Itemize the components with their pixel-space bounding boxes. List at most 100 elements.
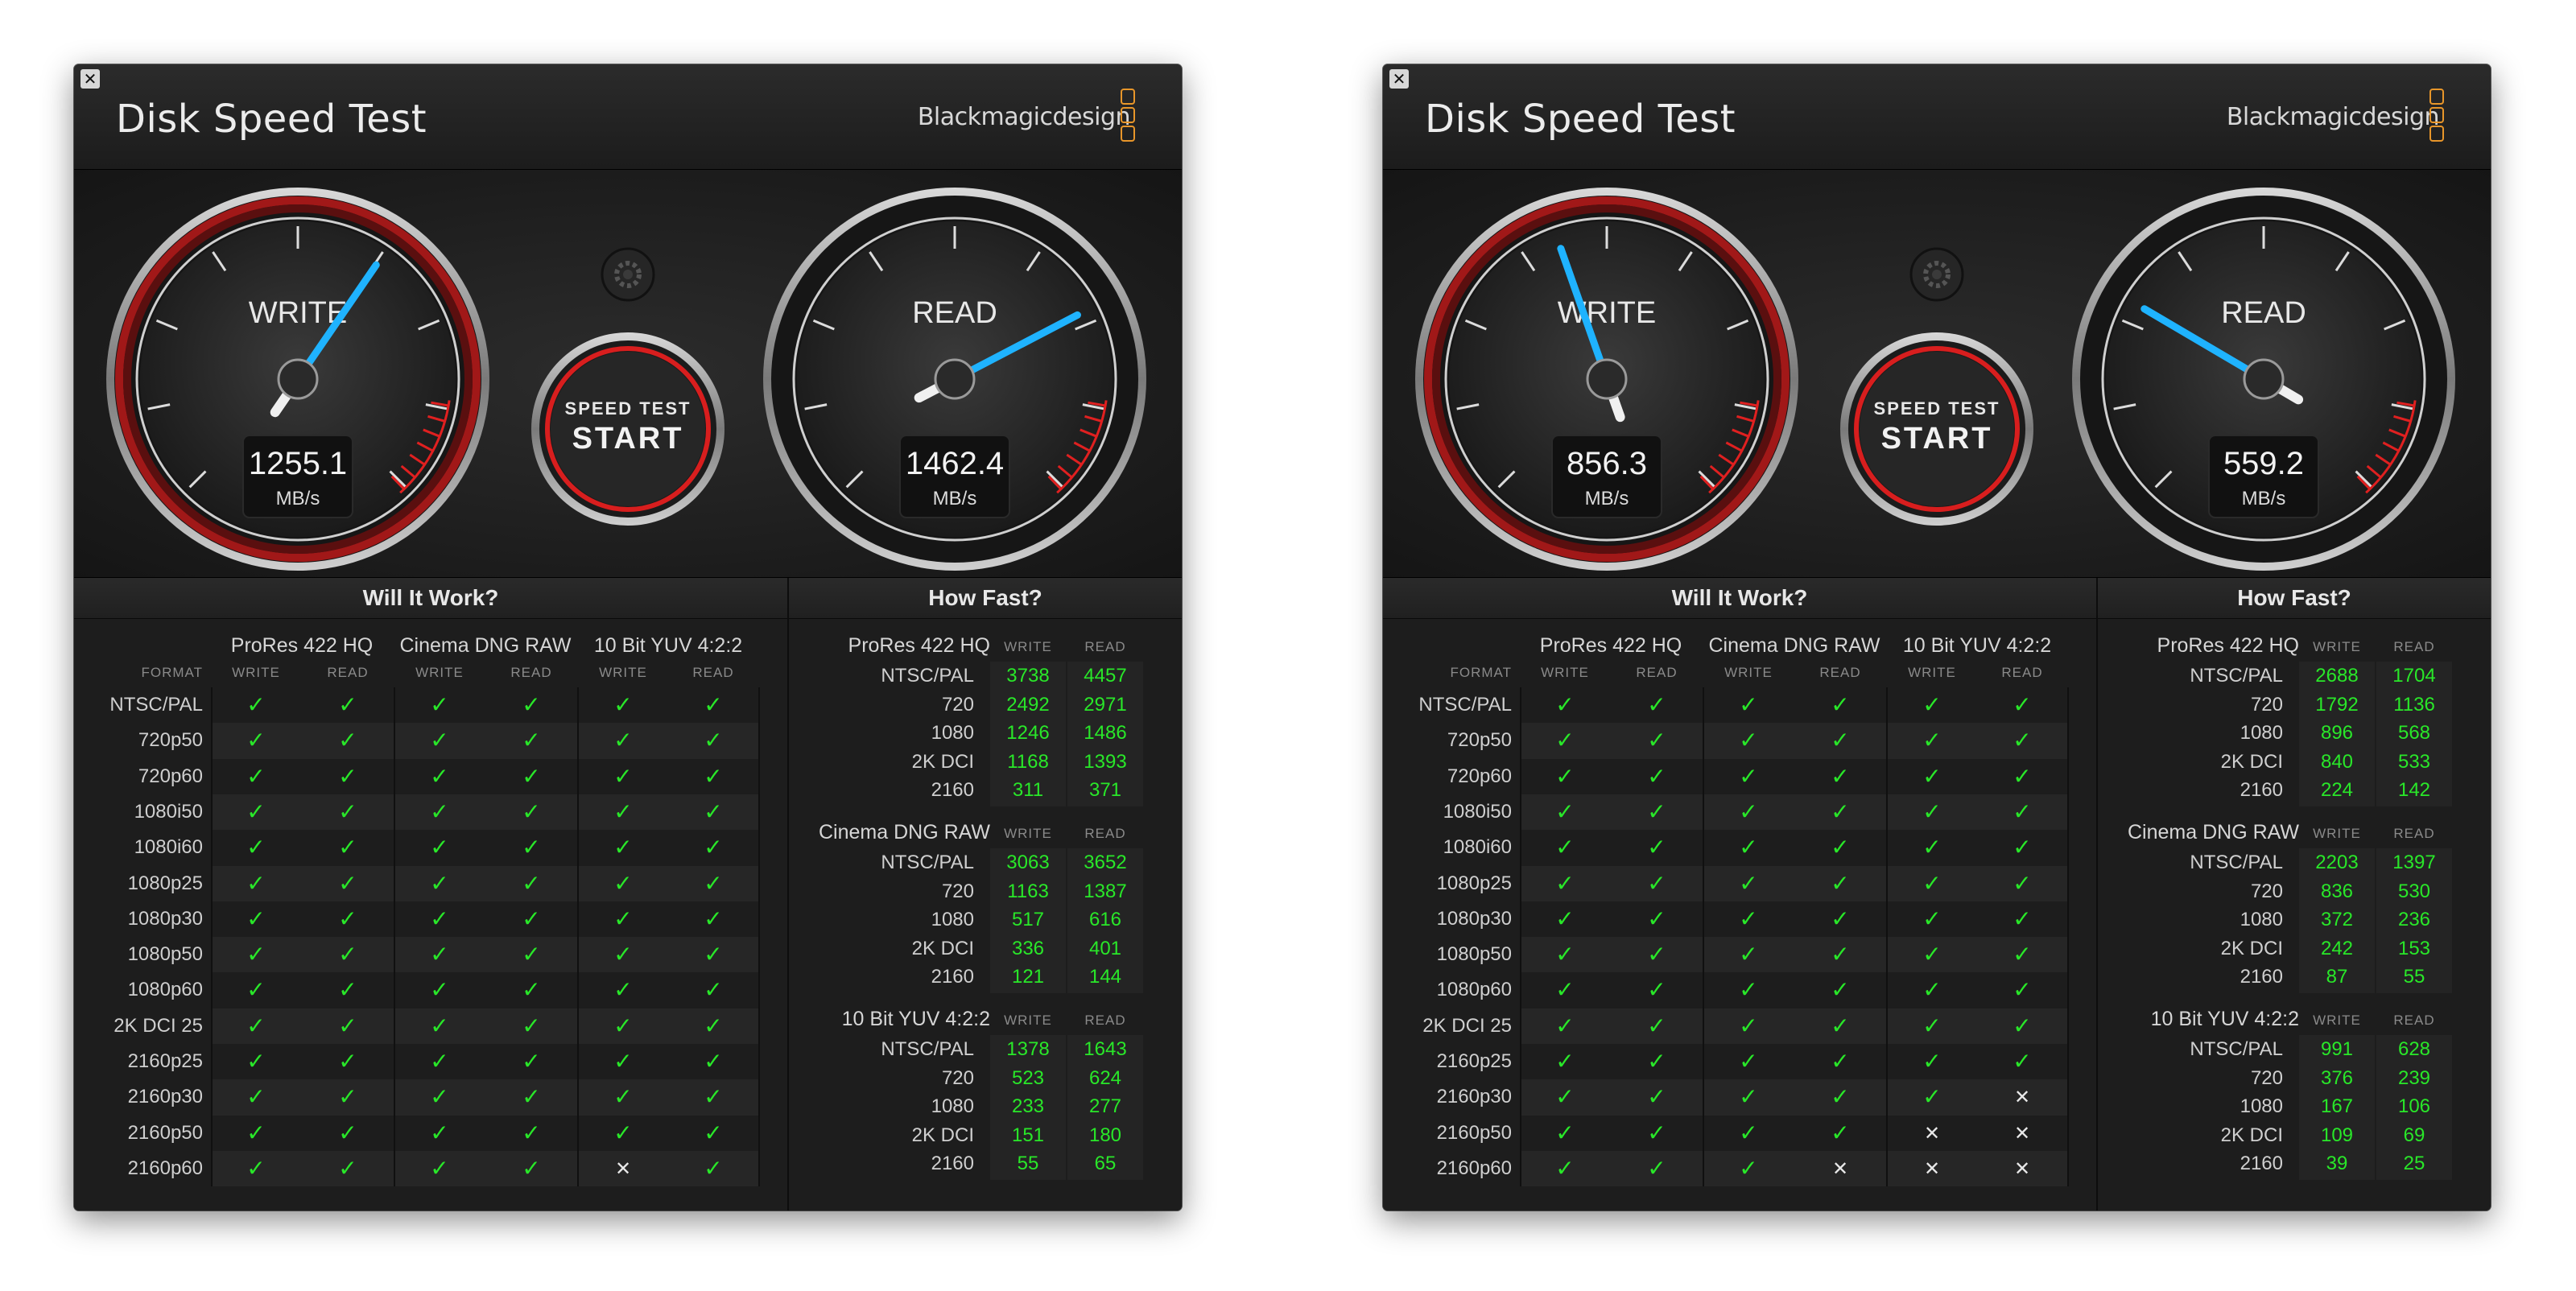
check-icon: ✓	[430, 976, 449, 1004]
read-fps-value: 153	[2397, 937, 2431, 959]
check-icon: ✓	[338, 691, 357, 718]
check-icon: ✓	[704, 762, 723, 790]
column-divider	[211, 687, 213, 1186]
format-header: FORMAT	[141, 665, 203, 680]
read-col-header: READ	[1819, 665, 1861, 680]
column-divider	[1886, 687, 1888, 1186]
codec-header: ProRes 422 HQ	[2157, 634, 2299, 657]
read-col-header: READ	[2393, 1013, 2435, 1028]
column-divider	[1703, 687, 1704, 1186]
check-icon: ✓	[246, 1154, 266, 1182]
write-col-header: WRITE	[2313, 639, 2361, 654]
cross-icon: ✕	[2013, 1121, 2031, 1145]
gauges-svg: WRITE 856.3 MB/s READ 559.2 MB/s SPEED TEST STA…	[1415, 188, 2455, 571]
read-col-header: READ	[2001, 665, 2043, 680]
check-icon: ✓	[1922, 905, 1942, 932]
write-fps-value: 372	[2320, 909, 2354, 930]
format-label: 2160p30	[127, 1086, 203, 1108]
read-fps-value: 180	[1088, 1124, 1122, 1146]
title-bar: ✕ Disk Speed Test Blackmagicdesign	[1383, 64, 2491, 170]
codec-header: 10 Bit YUV 4:2:2	[593, 634, 743, 657]
write-col-header: WRITE	[232, 665, 280, 680]
check-icon: ✓	[338, 941, 357, 968]
check-icon: ✓	[704, 834, 723, 861]
check-icon: ✓	[1922, 762, 1942, 790]
write-fps-value: 224	[2320, 779, 2354, 801]
start-button-subtitle: SPEED TEST	[1874, 398, 2000, 419]
check-icon: ✓	[338, 834, 357, 861]
check-icon: ✓	[246, 691, 266, 718]
read-gauge-label: READ	[2221, 296, 2306, 330]
check-icon: ✓	[1647, 976, 1666, 1004]
check-icon: ✓	[430, 1154, 449, 1182]
check-icon: ✓	[1739, 798, 1758, 825]
column-divider	[758, 687, 760, 1186]
read-col-header: READ	[2393, 826, 2435, 841]
resolution-label: NTSC/PAL	[881, 665, 974, 687]
check-icon: ✓	[613, 905, 633, 932]
start-button-subtitle: SPEED TEST	[565, 398, 691, 419]
format-label: 2160p50	[127, 1121, 203, 1144]
codec-header: Cinema DNG RAW	[2128, 821, 2299, 843]
write-gauge-label: WRITE	[1558, 296, 1656, 330]
check-icon: ✓	[338, 869, 357, 897]
write-col-header: WRITE	[415, 665, 464, 680]
check-icon: ✓	[430, 869, 449, 897]
format-label: NTSC/PAL	[109, 694, 203, 716]
read-fps-value: 4457	[1084, 665, 1127, 687]
check-icon: ✓	[338, 1154, 357, 1182]
format-label: 1080p30	[127, 907, 203, 930]
write-col-header: WRITE	[1724, 665, 1773, 680]
read-speed-unit: MB/s	[933, 488, 977, 509]
close-icon[interactable]: ✕	[80, 69, 100, 89]
write-fps-value: 840	[2320, 750, 2354, 773]
format-label: 2160p25	[1436, 1050, 1512, 1072]
how-fast-panel: How Fast? ProRes 422 HQ WRITE READ NTSC/PAL 3…	[789, 578, 1182, 1211]
check-icon: ✓	[1922, 1083, 1942, 1111]
check-icon: ✓	[613, 727, 633, 754]
check-icon: ✓	[1922, 798, 1942, 825]
check-icon: ✓	[613, 691, 633, 718]
format-label: 2K DCI 25	[114, 1014, 203, 1037]
title-bar: ✕ Disk Speed Test Blackmagicdesign	[74, 64, 1182, 170]
check-icon: ✓	[1555, 976, 1575, 1004]
close-icon[interactable]: ✕	[1389, 69, 1409, 89]
read-speed-unit: MB/s	[2242, 488, 2286, 509]
check-icon: ✓	[1555, 762, 1575, 790]
format-label: 1080p25	[1436, 872, 1512, 894]
check-icon: ✓	[2013, 976, 2032, 1004]
check-icon: ✓	[430, 727, 449, 754]
check-icon: ✓	[1831, 1048, 1850, 1074]
check-icon: ✓	[1555, 941, 1575, 968]
write-col-header: WRITE	[1004, 1013, 1052, 1028]
resolution-label: 2160	[2240, 966, 2283, 988]
gear-icon[interactable]	[601, 247, 655, 302]
write-col-header: WRITE	[2313, 826, 2361, 841]
check-icon: ✓	[430, 1119, 449, 1146]
format-label: NTSC/PAL	[1418, 694, 1512, 716]
column-divider	[394, 687, 395, 1186]
check-icon: ✓	[704, 1119, 723, 1146]
write-fps-value: 39	[2326, 1153, 2348, 1174]
write-fps-value: 1168	[1007, 750, 1049, 773]
check-icon: ✓	[613, 869, 633, 897]
speed-test-start-button[interactable]: SPEED TEST START	[1840, 332, 2033, 526]
gauges-svg: WRITE1255.1MB/sREAD1462.4MB/sSPEED TESTS…	[106, 188, 1146, 571]
column-divider	[2067, 687, 2069, 1186]
resolution-label: 2K DCI	[2220, 1124, 2283, 1146]
check-icon: ✓	[613, 1083, 633, 1111]
check-icon: ✓	[522, 691, 541, 718]
check-icon: ✓	[613, 798, 633, 825]
codec-header: ProRes 422 HQ	[1539, 634, 1682, 657]
check-icon: ✓	[1739, 691, 1758, 718]
speed-test-start-button[interactable]: SPEED TEST START	[531, 332, 724, 526]
check-icon: ✓	[1555, 1012, 1575, 1039]
check-icon: ✓	[1555, 905, 1575, 932]
check-icon: ✓	[1922, 691, 1942, 718]
format-label: 2160p30	[1436, 1086, 1512, 1108]
check-icon: ✓	[1647, 798, 1666, 825]
check-icon: ✓	[1647, 869, 1666, 897]
gear-icon[interactable]	[1909, 247, 1964, 302]
check-icon: ✓	[613, 941, 633, 968]
write-fps-value: 167	[2320, 1095, 2354, 1117]
